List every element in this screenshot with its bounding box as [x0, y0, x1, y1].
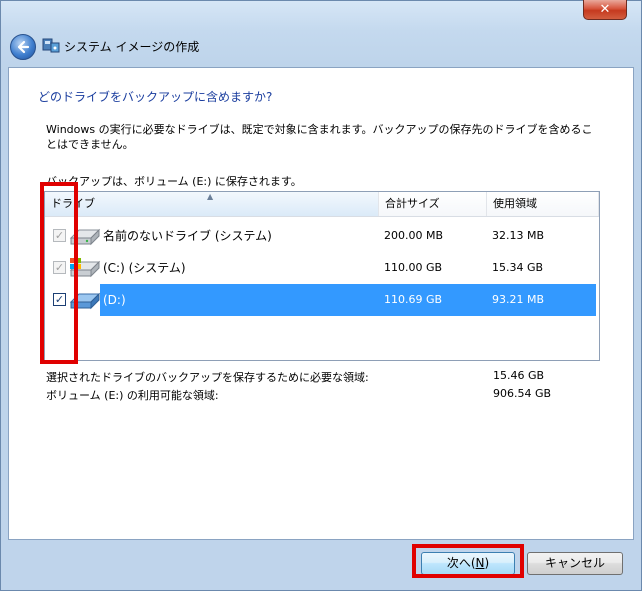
drive-size: 200.00 MB [384, 229, 444, 242]
drive-list-header: ドライブ ▲ 合計サイズ 使用領域 [45, 192, 599, 217]
backup-app-icon [42, 38, 60, 53]
drive-size: 110.00 GB [384, 261, 443, 274]
available-space-value: 906.54 GB [493, 387, 552, 400]
drive-used: 15.34 GB [492, 261, 544, 274]
column-header-used-label: 使用領域 [493, 197, 537, 210]
page-description: Windows の実行に必要なドライブは、既定で対象に含まれます。バックアップの… [46, 123, 593, 151]
checkbox-highlight-box [40, 182, 78, 364]
required-space-label: 選択されたドライブのバックアップを保存するために必要な領域: [46, 371, 369, 384]
column-header-used[interactable]: 使用領域 [487, 192, 599, 216]
table-row[interactable]: ✓ (D:) 110.69 GB 93.21 MB [45, 284, 599, 316]
page-heading: どのドライブをバックアップに含めますか? [38, 90, 273, 104]
close-button[interactable]: ✕ [583, 0, 627, 20]
window-title: システム イメージの作成 [64, 40, 200, 54]
drive-list[interactable]: ドライブ ▲ 合計サイズ 使用領域 ✓ 名前のないドライブ (システム) 200… [44, 191, 600, 361]
drive-used: 93.21 MB [492, 293, 545, 306]
save-location-text: バックアップは、ボリューム (E:) に保存されます。 [46, 175, 302, 188]
back-button[interactable] [10, 34, 36, 60]
column-header-size[interactable]: 合計サイズ [379, 192, 487, 216]
next-button-highlight-box [412, 544, 524, 578]
drive-name: (D:) [103, 293, 126, 307]
cancel-button[interactable]: キャンセル [527, 552, 623, 575]
column-header-size-label: 合計サイズ [385, 197, 440, 210]
close-icon: ✕ [599, 2, 611, 17]
back-arrow-icon [17, 40, 30, 54]
drive-used: 32.13 MB [492, 229, 545, 242]
available-space-label: ボリューム (E:) の利用可能な領域: [46, 389, 219, 402]
drive-name: (C:) (システム) [103, 261, 186, 275]
drive-size: 110.69 GB [384, 293, 443, 306]
sort-ascending-icon: ▲ [207, 192, 214, 201]
table-row[interactable]: ✓ (C:) (システム) 110.00 GB 15.34 GB [45, 252, 599, 284]
required-space-value: 15.46 GB [493, 369, 545, 382]
column-header-drive[interactable]: ドライブ ▲ [45, 192, 379, 216]
drive-name: 名前のないドライブ (システム) [103, 229, 272, 243]
table-row[interactable]: ✓ 名前のないドライブ (システム) 200.00 MB 32.13 MB [45, 220, 599, 252]
